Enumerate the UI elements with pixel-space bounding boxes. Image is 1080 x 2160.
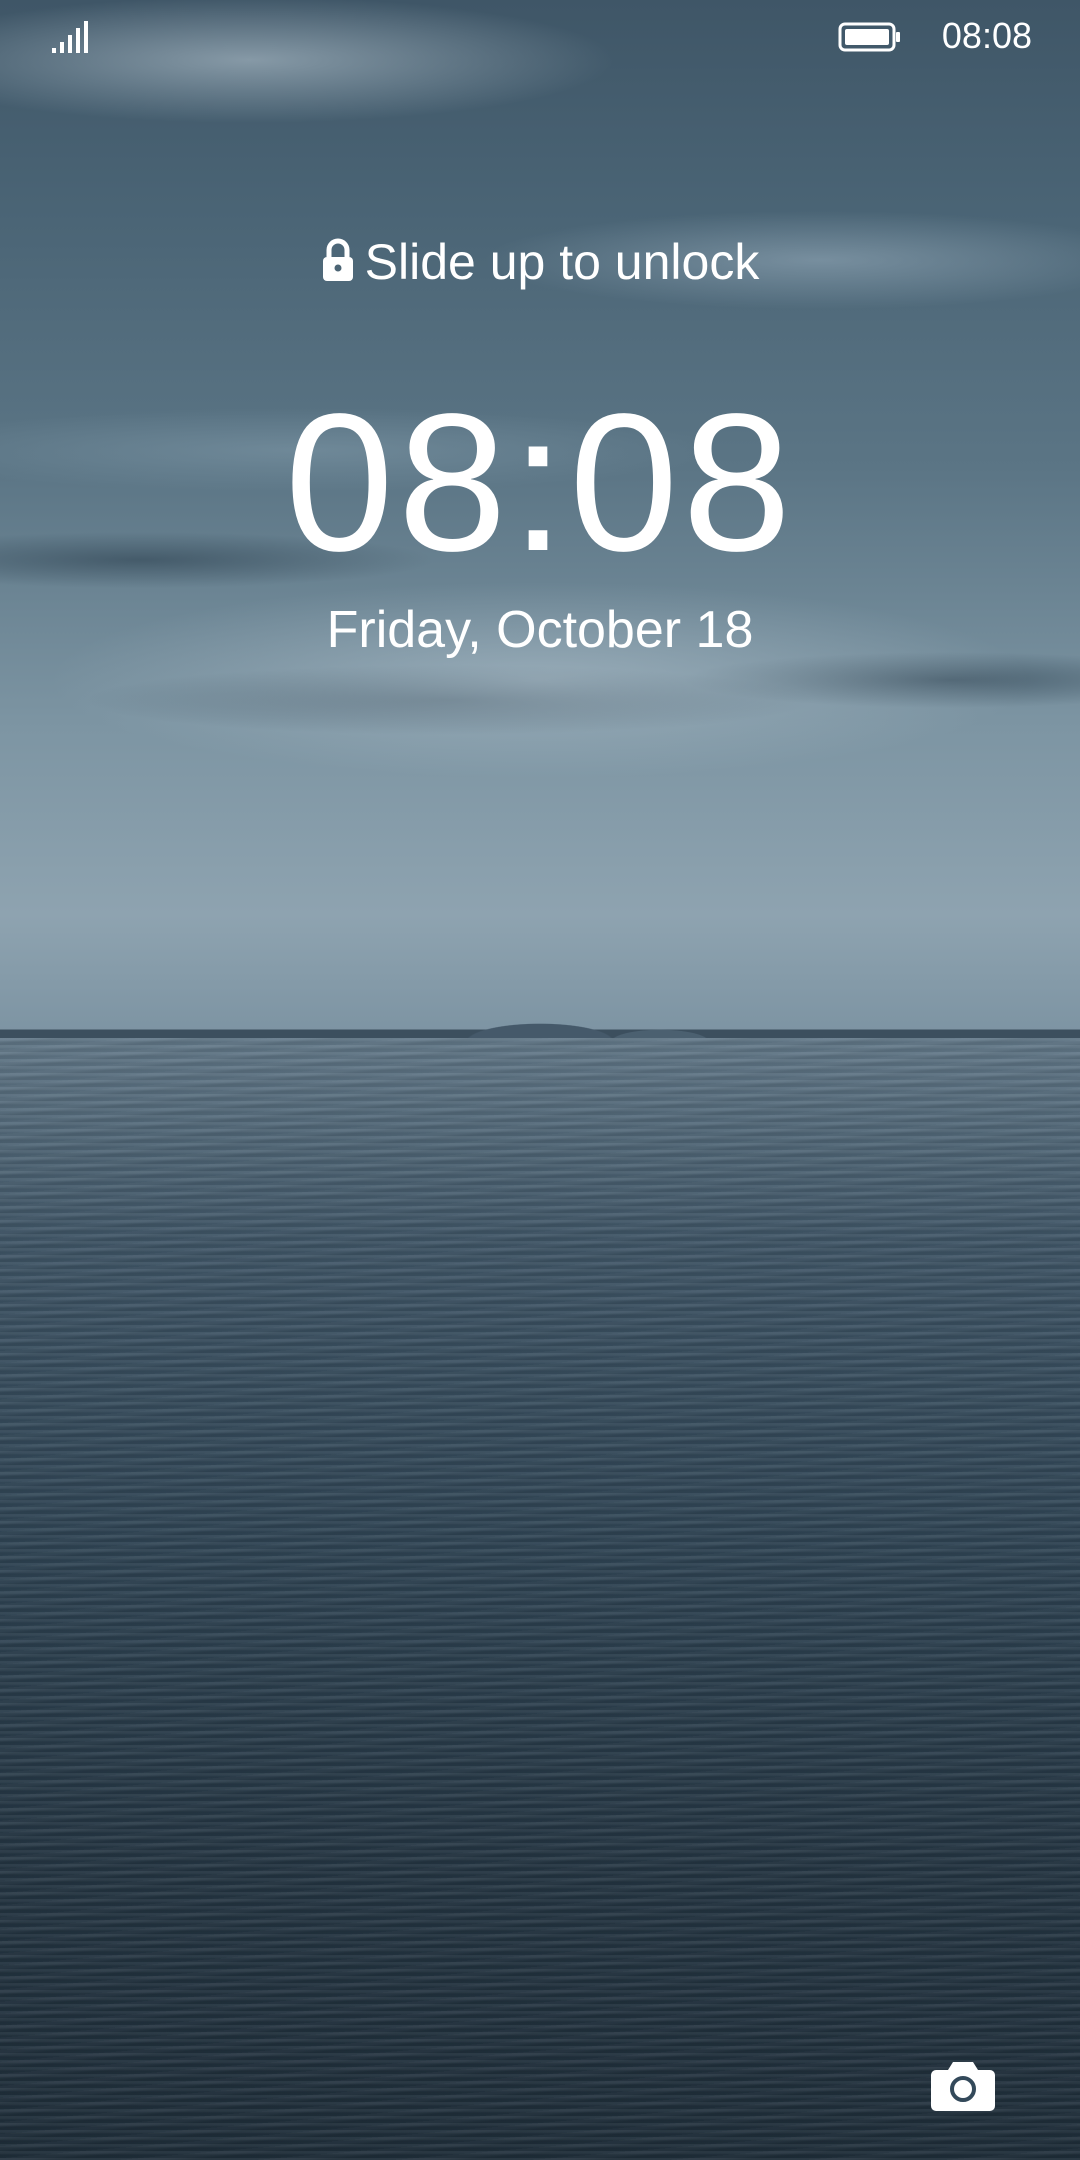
status-bar: 08:08 <box>0 0 1080 80</box>
unlock-hint-label: Slide up to unlock <box>364 234 760 290</box>
date: Friday, October 18 <box>326 601 754 659</box>
battery-icon <box>838 22 900 52</box>
unlock-hint[interactable]: Slide up to unlock <box>0 232 1080 292</box>
camera-icon[interactable] <box>930 2058 996 2112</box>
signal-icon <box>52 21 88 53</box>
lock-screen[interactable]: 08:08 Slide up to unlock 08:08 Friday, O… <box>0 0 1080 2160</box>
clock: 08:08 <box>284 373 796 592</box>
lock-icon <box>322 238 353 281</box>
wallpaper-horizon <box>0 1000 1080 1042</box>
status-time: 08:08 <box>941 15 1032 56</box>
wallpaper-sea <box>0 1038 1080 2160</box>
